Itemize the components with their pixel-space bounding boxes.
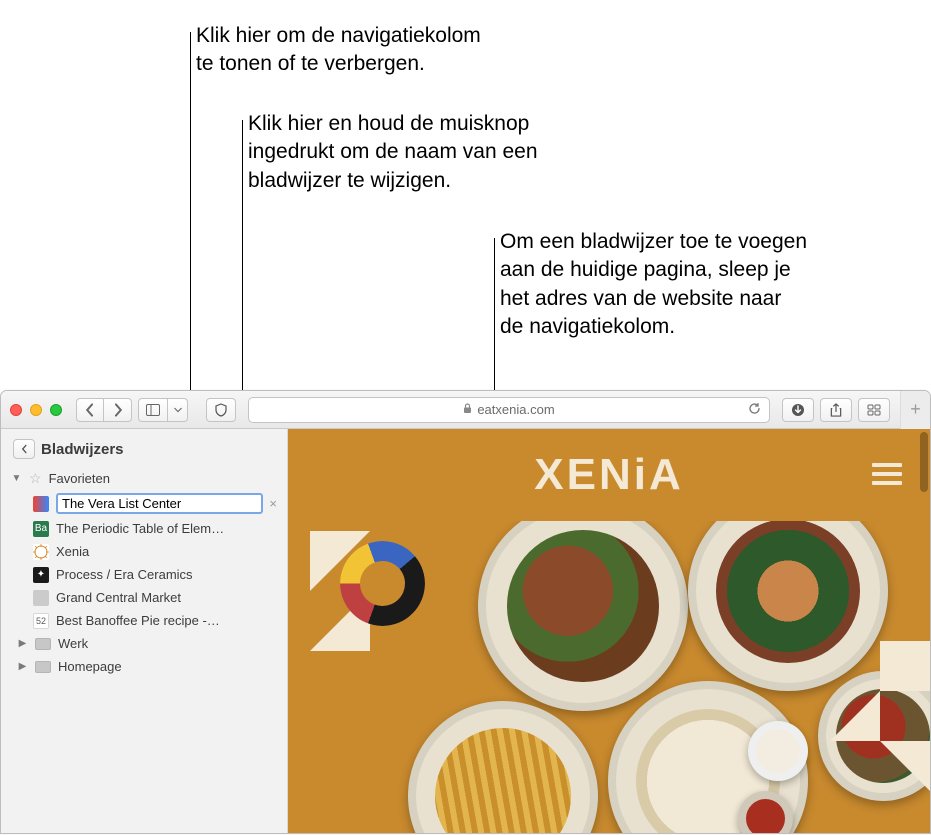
chevron-right-icon [111,403,125,417]
folder-icon [35,661,51,673]
bookmark-label: Xenia [56,544,277,559]
bookmark-item[interactable]: Grand Central Market [1,586,287,609]
sidebar-toggle-group [138,398,188,422]
bookmark-label: Best Banoffee Pie recipe -… [56,613,277,628]
favicon [33,544,49,560]
site-header: XENiA [288,429,930,521]
favicon: Ba [33,521,49,537]
hamburger-icon [872,463,902,467]
logo-text: A [649,450,684,499]
webpage-content: XENiA [288,429,930,833]
address-bar[interactable]: eatxenia.com [248,397,770,423]
site-logo[interactable]: XENiA [534,450,684,500]
sidebar-back-button[interactable] [13,439,35,459]
bookmark-item[interactable]: ✦ Process / Era Ceramics [1,563,287,586]
food-photo [438,521,820,833]
callout-drag-add: Om een bladwijzer toe te voegen aan de h… [500,228,920,341]
star-icon: ☆ [29,470,42,487]
menu-button[interactable] [872,463,902,485]
back-button[interactable] [76,398,104,422]
titlebar: eatxenia.com + [1,391,930,429]
logo-text: i [634,450,649,499]
hero-image [288,521,930,833]
favicon [33,496,49,512]
annotation-layer: Klik hier om de navigatiekolom te tonen … [0,0,931,390]
bookmark-label: Process / Era Ceramics [56,567,277,582]
chevron-left-icon [20,444,29,454]
folder-label: Favorieten [49,471,277,486]
forward-button[interactable] [104,398,132,422]
folder-label: Werk [58,636,277,651]
decorative-shapes [310,531,430,651]
folder-label: Homepage [58,659,277,674]
bookmark-item[interactable]: Ba The Periodic Table of Elem… [1,517,287,540]
privacy-report-button[interactable] [206,398,236,422]
address-text: eatxenia.com [477,402,554,417]
share-icon [829,403,843,417]
sidebar-title: Bladwijzers [41,441,124,458]
favorites-folder[interactable]: ▼ ☆ Favorieten [1,467,287,490]
favicon: 52 [33,613,49,629]
favicon [33,590,49,606]
bookmark-item[interactable]: 52 Best Banoffee Pie recipe -… [1,609,287,632]
minimize-window-button[interactable] [30,404,42,416]
tabs-icon [867,403,881,417]
plus-icon: + [910,399,921,420]
decorative-shapes [810,641,930,833]
sidebar-icon [146,403,160,417]
reload-button[interactable] [748,402,761,418]
bookmarks-sidebar: Bladwijzers ▼ ☆ Favorieten The Vera List… [1,429,288,833]
sidebar-menu-button[interactable] [168,398,188,422]
callout-line [190,32,191,402]
callout-line [494,238,495,403]
folder-icon [35,638,51,650]
logo-text: XEN [534,450,633,499]
disclosure-triangle-icon[interactable]: ▶ [17,638,28,649]
lock-icon [463,403,472,417]
fullscreen-window-button[interactable] [50,404,62,416]
disclosure-triangle-icon[interactable]: ▶ [17,661,28,672]
bookmark-item-editing[interactable]: The Vera List Center × [1,490,287,517]
shield-icon [214,403,228,417]
bookmark-rename-input[interactable]: The Vera List Center [56,493,263,514]
sidebar-header: Bladwijzers [1,429,287,467]
new-tab-button[interactable]: + [900,391,930,429]
tabs-button[interactable] [858,398,890,422]
nav-back-forward [76,398,132,422]
scrollbar[interactable] [920,432,928,492]
chevron-down-icon [174,406,182,414]
downloads-button[interactable] [782,398,814,422]
favicon: ✦ [33,567,49,583]
close-window-button[interactable] [10,404,22,416]
safari-window: eatxenia.com + Bladwijzers [0,390,931,834]
reload-icon [748,402,761,415]
disclosure-triangle-icon[interactable]: ▼ [11,473,22,484]
share-button[interactable] [820,398,852,422]
bookmark-folder[interactable]: ▶ Homepage [1,655,287,678]
window-controls [10,404,62,416]
callout-sidebar-toggle: Klik hier om de navigatiekolom te tonen … [196,22,596,79]
bookmark-item[interactable]: Xenia [1,540,287,563]
sidebar-toggle-button[interactable] [138,398,168,422]
callout-rename: Klik hier en houd de muisknop ingedrukt … [248,110,668,195]
clear-icon[interactable]: × [269,496,277,511]
bookmark-label: The Periodic Table of Elem… [56,521,277,536]
bookmark-folder[interactable]: ▶ Werk [1,632,287,655]
bookmark-label: Grand Central Market [56,590,277,605]
chevron-left-icon [83,403,97,417]
bookmarks-list: ▼ ☆ Favorieten The Vera List Center × Ba… [1,467,287,686]
download-icon [791,403,805,417]
